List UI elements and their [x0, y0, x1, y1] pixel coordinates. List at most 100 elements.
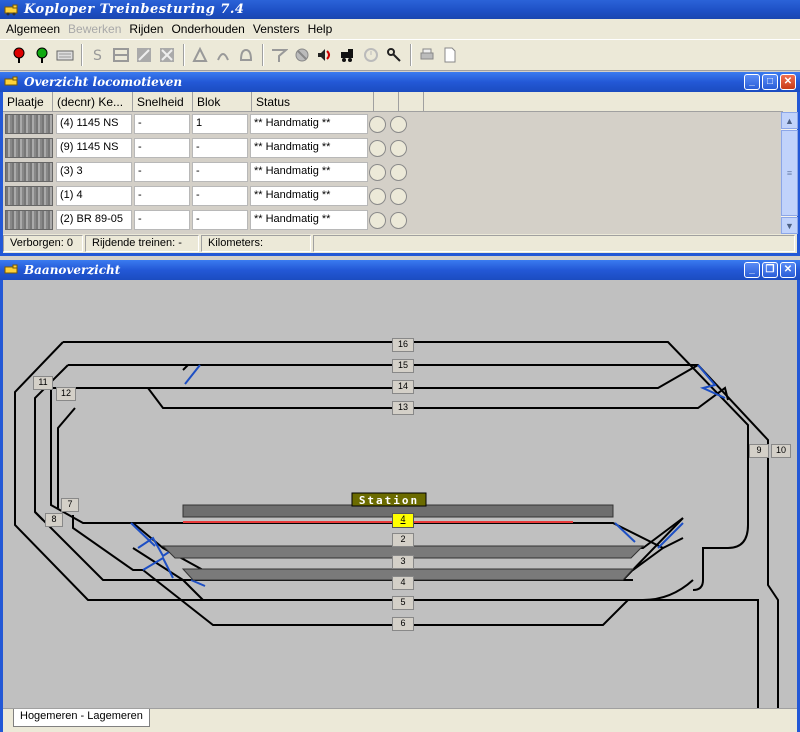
maximize-button[interactable]: □ — [762, 74, 778, 90]
table-row[interactable]: (1) 4 - - ** Handmatig ** — [3, 184, 783, 208]
block-4-occupied[interactable]: 4 — [392, 513, 414, 528]
tool-a-button[interactable] — [189, 43, 211, 67]
col-block[interactable]: Blok — [193, 92, 252, 111]
menubar: Algemeen Bewerken Rijden Onderhouden Ven… — [0, 19, 800, 39]
track-line — [57, 407, 76, 508]
loco-name: (3) 3 — [56, 162, 132, 182]
edit-button[interactable] — [133, 43, 155, 67]
circle-button[interactable] — [390, 163, 407, 181]
tool-a-icon — [192, 46, 208, 62]
minimize-button[interactable]: _ — [744, 74, 760, 90]
tool-b-icon — [217, 53, 229, 61]
col-plaatje[interactable]: Plaatje — [3, 92, 53, 111]
delete-button[interactable] — [156, 43, 178, 67]
close-button[interactable]: ✕ — [780, 262, 796, 278]
table-row[interactable]: (2) BR 89-05 - - ** Handmatig ** — [3, 208, 783, 232]
circle-button[interactable] — [390, 115, 407, 133]
menu-help[interactable]: Help — [306, 22, 339, 36]
scroll-thumb[interactable]: ≡ — [781, 130, 798, 216]
crane-button[interactable] — [268, 43, 290, 67]
block-2[interactable]: 2 — [392, 533, 414, 547]
table-row[interactable]: (9) 1145 NS - - ** Handmatig ** — [3, 136, 783, 160]
page-icon — [444, 47, 456, 63]
circle-button[interactable] — [369, 115, 386, 133]
loco-speed: - — [134, 210, 190, 230]
block-11[interactable]: 11 — [33, 376, 53, 390]
circle-button[interactable] — [369, 211, 386, 229]
keyboard-button[interactable] — [54, 43, 76, 67]
block-4[interactable]: 4 — [392, 576, 414, 590]
tab-bar: Hogemeren - Lagemeren — [3, 708, 797, 732]
edit-icon — [137, 48, 151, 62]
track-panel: Station 16 15 14 13 11 12 9 10 7 8 4 2 3… — [0, 280, 800, 732]
chevron-down-icon: ▼ — [785, 220, 794, 231]
track-line — [142, 569, 759, 708]
loco-panel-title: Overzicht locomotieven — [24, 75, 183, 89]
print-button[interactable] — [416, 43, 438, 67]
sound-button[interactable] — [314, 43, 336, 67]
menu-vensters[interactable]: Vensters — [251, 22, 306, 36]
col-status[interactable]: Status — [252, 92, 374, 111]
tab-hogemeren-lagemeren[interactable]: Hogemeren - Lagemeren — [13, 709, 150, 727]
close-button[interactable]: ✕ — [780, 74, 796, 90]
circle-button[interactable] — [390, 211, 407, 229]
block-10[interactable]: 10 — [771, 444, 791, 458]
block-8[interactable]: 8 — [45, 513, 63, 527]
track-line — [34, 511, 44, 521]
block-12[interactable]: 12 — [56, 387, 76, 401]
loco-status: ** Handmatig ** — [250, 210, 368, 230]
restore-button[interactable]: ❐ — [762, 262, 778, 278]
signal-green-icon — [36, 47, 48, 63]
scroll-up-button[interactable]: ▲ — [781, 112, 798, 129]
toolbar: S — [0, 39, 800, 71]
train-button[interactable] — [337, 43, 359, 67]
app-titlebar[interactable]: Koploper Treinbesturing 7.4 — [0, 0, 800, 19]
block-button[interactable] — [110, 43, 132, 67]
block-6[interactable]: 6 — [392, 617, 414, 631]
s-button[interactable]: S — [87, 43, 109, 67]
keyboard-icon — [56, 50, 74, 61]
col-speed[interactable]: Snelheid — [133, 92, 193, 111]
clock-button[interactable] — [360, 43, 382, 67]
block-15[interactable]: 15 — [392, 359, 414, 373]
new-page-button[interactable] — [439, 43, 461, 67]
printer-icon — [420, 48, 434, 60]
block-7[interactable]: 7 — [61, 498, 79, 512]
stop-button[interactable] — [291, 43, 313, 67]
toolbar-separator — [262, 44, 264, 66]
circle-button[interactable] — [369, 187, 386, 205]
table-row[interactable]: (3) 3 - - ** Handmatig ** — [3, 160, 783, 184]
menu-bewerken[interactable]: Bewerken — [66, 22, 127, 36]
vertical-scrollbar[interactable]: ▲ ≡ ▼ — [780, 112, 798, 234]
col-name[interactable]: (decnr) Ke... — [53, 92, 133, 111]
circle-button[interactable] — [390, 187, 407, 205]
table-header: Plaatje (decnr) Ke... Snelheid Blok Stat… — [3, 92, 783, 112]
menu-rijden[interactable]: Rijden — [127, 22, 169, 36]
block-16[interactable]: 16 — [392, 338, 414, 352]
block-13[interactable]: 13 — [392, 401, 414, 415]
track-panel-titlebar[interactable]: Baanoverzicht _ ❐ ✕ — [0, 260, 800, 280]
loco-status: ** Handmatig ** — [250, 138, 368, 158]
block-9[interactable]: 9 — [749, 444, 769, 458]
menu-algemeen[interactable]: Algemeen — [4, 22, 66, 36]
loco-panel-titlebar[interactable]: Overzicht locomotieven _ □ ✕ — [0, 72, 800, 92]
circle-button[interactable] — [390, 139, 407, 157]
minimize-button[interactable]: _ — [744, 262, 760, 278]
signal-green-button[interactable] — [31, 43, 53, 67]
table-row[interactable]: (4) 1145 NS - 1 ** Handmatig ** — [3, 112, 783, 136]
bell-button[interactable] — [235, 43, 257, 67]
key-button[interactable] — [383, 43, 405, 67]
menu-onderhouden[interactable]: Onderhouden — [169, 22, 250, 36]
block-5[interactable]: 5 — [392, 596, 414, 610]
signal-red-button[interactable] — [8, 43, 30, 67]
close-icon: ✕ — [783, 76, 793, 87]
circle-button[interactable] — [369, 163, 386, 181]
loco-status: ** Handmatig ** — [250, 114, 368, 134]
track-panel-title: Baanoverzicht — [24, 263, 121, 277]
block-3[interactable]: 3 — [392, 555, 414, 569]
scroll-down-button[interactable]: ▼ — [781, 217, 798, 234]
loco-panel: Plaatje (decnr) Ke... Snelheid Blok Stat… — [0, 92, 800, 256]
circle-button[interactable] — [369, 139, 386, 157]
block-14[interactable]: 14 — [392, 380, 414, 394]
tool-b-button[interactable] — [212, 43, 234, 67]
